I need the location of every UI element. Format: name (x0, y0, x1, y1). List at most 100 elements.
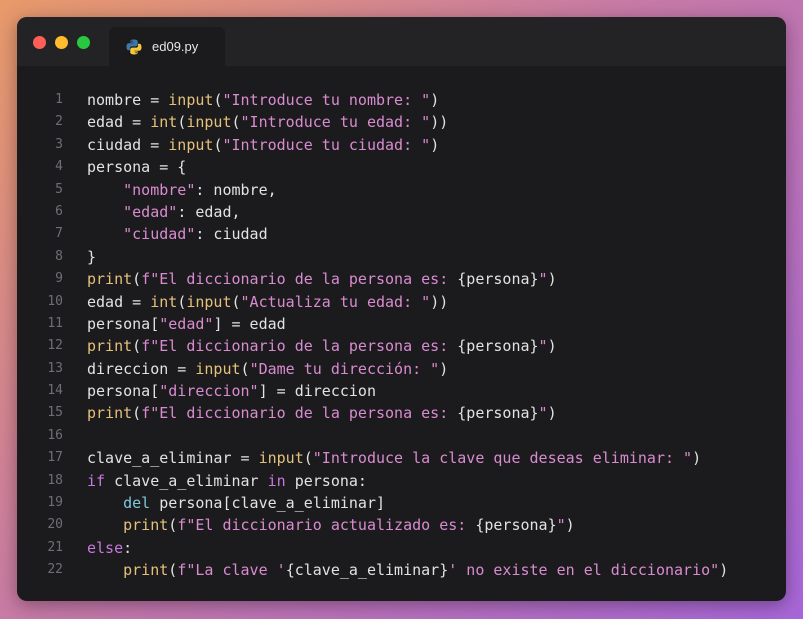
code-editor[interactable]: 1 nombre = input("Introduce tu nombre: ")… (17, 89, 786, 582)
code-token: ( (303, 449, 313, 468)
code-token: print (123, 561, 169, 580)
line-source: persona = { (87, 156, 186, 178)
code-token: "Actualiza tu edad: " (240, 292, 431, 311)
code-line: 1 nombre = input("Introduce tu nombre: ") (17, 89, 786, 111)
code-line: 11 persona["edad"] = edad (17, 313, 786, 335)
code-token: ( (168, 516, 178, 535)
code-token: ( (177, 292, 187, 311)
code-line: 16 (17, 425, 786, 447)
line-number: 18 (47, 472, 63, 488)
line-number: 4 (55, 159, 63, 175)
code-token: "Introduce la clave que deseas eliminar:… (312, 449, 693, 468)
line-number: 10 (47, 293, 63, 309)
code-token: : (123, 538, 133, 557)
code-token: persona[clave_a_eliminar] (150, 494, 386, 513)
code-token: print (123, 516, 169, 535)
code-line: 12 print(f"El diccionario de la persona e… (17, 335, 786, 357)
line-number: 19 (47, 495, 63, 511)
code-token: ) (430, 91, 440, 109)
code-line: 20 print(f"El diccionario actualizado es… (17, 514, 786, 536)
code-token: persona[ (87, 314, 160, 333)
code-token: f"El diccionario de la persona es: (141, 404, 458, 423)
minimize-window-button[interactable] (55, 36, 68, 49)
line-source: persona["direccion"] = direccion (87, 380, 376, 402)
code-token: " (538, 337, 548, 356)
code-token: ciudad = (87, 135, 169, 154)
code-token: persona = { (87, 158, 187, 177)
code-token: ) (547, 270, 557, 289)
code-token: edad = (87, 113, 151, 132)
close-window-button[interactable] (33, 36, 46, 49)
line-number: 21 (47, 539, 63, 555)
line-number: 16 (47, 427, 63, 443)
code-line: 15 print(f"El diccionario de la persona e… (17, 402, 786, 424)
code-line: 6 "edad": edad, (17, 201, 786, 223)
code-token: : nombre, (195, 180, 277, 199)
code-token: f"El diccionario de la persona es: (141, 337, 458, 356)
code-token: ) (565, 516, 575, 535)
code-token: {persona} (457, 404, 539, 423)
code-line: 7 "ciudad": ciudad (17, 223, 786, 245)
tab-filename: ed09.py (152, 39, 199, 54)
line-number: 5 (55, 181, 63, 197)
line-source: persona["edad"] = edad (87, 313, 286, 335)
code-token: " (556, 516, 566, 535)
code-token: ] = direccion (258, 382, 376, 401)
python-icon (126, 39, 142, 54)
code-line: 4 persona = { (17, 156, 786, 178)
code-token: persona[ (87, 382, 160, 401)
maximize-window-button[interactable] (77, 36, 90, 49)
code-token: } (87, 247, 97, 266)
code-token: "edad" (159, 314, 214, 333)
code-token: else (87, 538, 124, 557)
code-token: ( (240, 359, 250, 378)
code-token: ) (719, 561, 729, 580)
line-number: 6 (55, 203, 63, 219)
line-number: 8 (55, 248, 63, 264)
line-number: 9 (55, 271, 63, 287)
line-source: ciudad = input("Introduce tu ciudad: ") (87, 134, 439, 156)
title-bar: ed09.py (17, 17, 786, 66)
code-token: ( (231, 292, 241, 311)
code-token: ( (132, 270, 142, 289)
code-token: ) (547, 404, 557, 423)
code-token: ( (177, 113, 187, 132)
code-token: ) (439, 359, 449, 378)
code-line: 9 print(f"El diccionario de la persona es… (17, 268, 786, 290)
line-number: 20 (47, 517, 63, 533)
code-line: 22 print(f"La clave '{clave_a_eliminar}'… (17, 559, 786, 581)
line-source: del persona[clave_a_eliminar] (87, 492, 385, 514)
line-number: 1 (55, 92, 63, 107)
line-source: "ciudad": ciudad (87, 223, 268, 245)
code-line: 3 ciudad = input("Introduce tu ciudad: ") (17, 134, 786, 156)
code-token: "Introduce tu edad: " (240, 113, 431, 132)
code-token: {persona} (457, 337, 539, 356)
code-token: " (538, 404, 548, 423)
code-token: ( (231, 113, 241, 132)
code-token: int (150, 113, 178, 132)
code-line: 5 "nombre": nombre, (17, 179, 786, 201)
code-line: 2 edad = int(input("Introduce tu edad: ")… (17, 111, 786, 133)
code-token: "Dame tu dirección: " (249, 359, 440, 378)
line-number: 3 (55, 136, 63, 152)
line-source: print(f"El diccionario actualizado es: {… (87, 514, 575, 536)
line-number: 11 (47, 315, 63, 331)
code-line: 19 del persona[clave_a_eliminar] (17, 492, 786, 514)
file-tab[interactable]: ed09.py (109, 27, 225, 66)
line-source: print(f"La clave '{clave_a_eliminar}' no… (87, 559, 728, 581)
line-number: 14 (47, 383, 63, 399)
code-token: ] = edad (213, 314, 286, 333)
code-token: ) (547, 337, 557, 356)
line-source: edad = int(input("Introduce tu edad: ")) (87, 111, 448, 133)
code-line: 18 if clave_a_eliminar in persona: (17, 470, 786, 492)
line-number: 17 (47, 450, 63, 466)
line-source: print(f"El diccionario de la persona es:… (87, 402, 557, 424)
line-number: 2 (55, 114, 63, 130)
code-token: print (87, 404, 133, 423)
code-line: 13 direccion = input("Dame tu dirección: … (17, 358, 786, 380)
code-token: )) (430, 292, 449, 311)
code-token: )) (430, 113, 449, 132)
